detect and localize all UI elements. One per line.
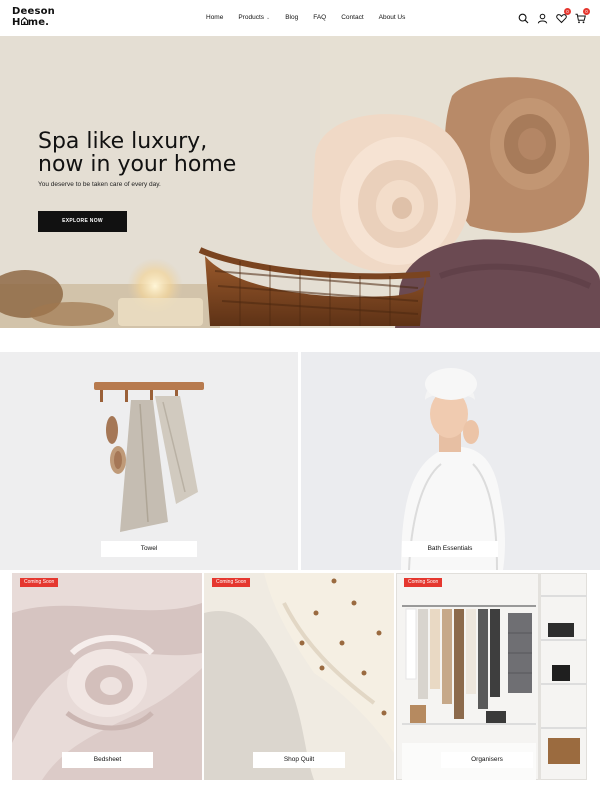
cart-icon[interactable]: 0	[575, 8, 590, 24]
explore-now-button[interactable]: EXPLORE NOW	[38, 211, 127, 232]
coming-soon-badge: Coming Soon	[20, 578, 59, 587]
category-bedsheet-label[interactable]: Bedsheet	[62, 752, 153, 768]
nav-blog[interactable]: Blog	[285, 14, 298, 21]
organisers-image	[396, 573, 587, 780]
house-icon	[20, 17, 28, 26]
hero-banner: Spa like luxury, now in your home You de…	[0, 36, 600, 328]
category-shop-quilt-label[interactable]: Shop Quilt	[253, 752, 345, 768]
main-nav: Home Products ⌄ Blog FAQ Contact About Us	[206, 14, 405, 21]
hero-title-line2: now in your home	[38, 152, 237, 177]
coming-soon-badge: Coming Soon	[212, 578, 251, 587]
wishlist-badge: 0	[564, 8, 571, 15]
hero-subtitle: You deserve to be taken care of every da…	[38, 181, 161, 188]
quilt-image	[204, 573, 394, 780]
cart-badge: 0	[583, 8, 590, 15]
nav-faq[interactable]: FAQ	[313, 14, 326, 21]
bedsheet-image	[12, 573, 202, 780]
nav-home[interactable]: Home	[206, 14, 223, 21]
search-icon[interactable]	[518, 11, 529, 24]
category-shop-quilt[interactable]: Coming Soon Shop Quilt	[204, 573, 394, 780]
category-organisers-label[interactable]: Organisers	[441, 752, 533, 768]
brand-logo-line2: H me.	[12, 17, 55, 28]
chevron-down-icon: ⌄	[266, 15, 271, 21]
category-towel[interactable]: Towel	[0, 352, 298, 570]
category-bedsheet[interactable]: Coming Soon Bedsheet	[12, 573, 202, 780]
user-icon[interactable]	[537, 11, 548, 24]
coming-soon-badge: Coming Soon	[404, 578, 443, 587]
nav-contact[interactable]: Contact	[341, 14, 363, 21]
towel-image	[0, 352, 298, 570]
brand-logo[interactable]: Deeson H me.	[12, 7, 55, 28]
hero-title: Spa like luxury, now in your home	[38, 130, 236, 176]
nav-products-label: Products	[238, 14, 264, 21]
brand-logo-line1: Deeson	[12, 6, 56, 17]
hero-title-line1: Spa like luxury,	[38, 129, 208, 154]
category-organisers[interactable]: Coming Soon Organisers	[396, 573, 587, 780]
nav-products[interactable]: Products ⌄	[238, 14, 270, 21]
header-actions: 0 0	[518, 8, 590, 24]
wishlist-icon[interactable]: 0	[556, 8, 571, 24]
category-bath-essentials-label[interactable]: Bath Essentials	[402, 541, 498, 557]
brand-logo-h: H	[12, 17, 21, 28]
bath-essentials-image	[301, 352, 600, 570]
category-towel-label[interactable]: Towel	[101, 541, 197, 557]
brand-logo-rest: me.	[27, 17, 50, 28]
nav-about[interactable]: About Us	[379, 14, 406, 21]
category-bath-essentials[interactable]: Bath Essentials	[301, 352, 600, 570]
site-header: Deeson H me. Home Products ⌄ Blog FAQ Con…	[0, 0, 600, 36]
